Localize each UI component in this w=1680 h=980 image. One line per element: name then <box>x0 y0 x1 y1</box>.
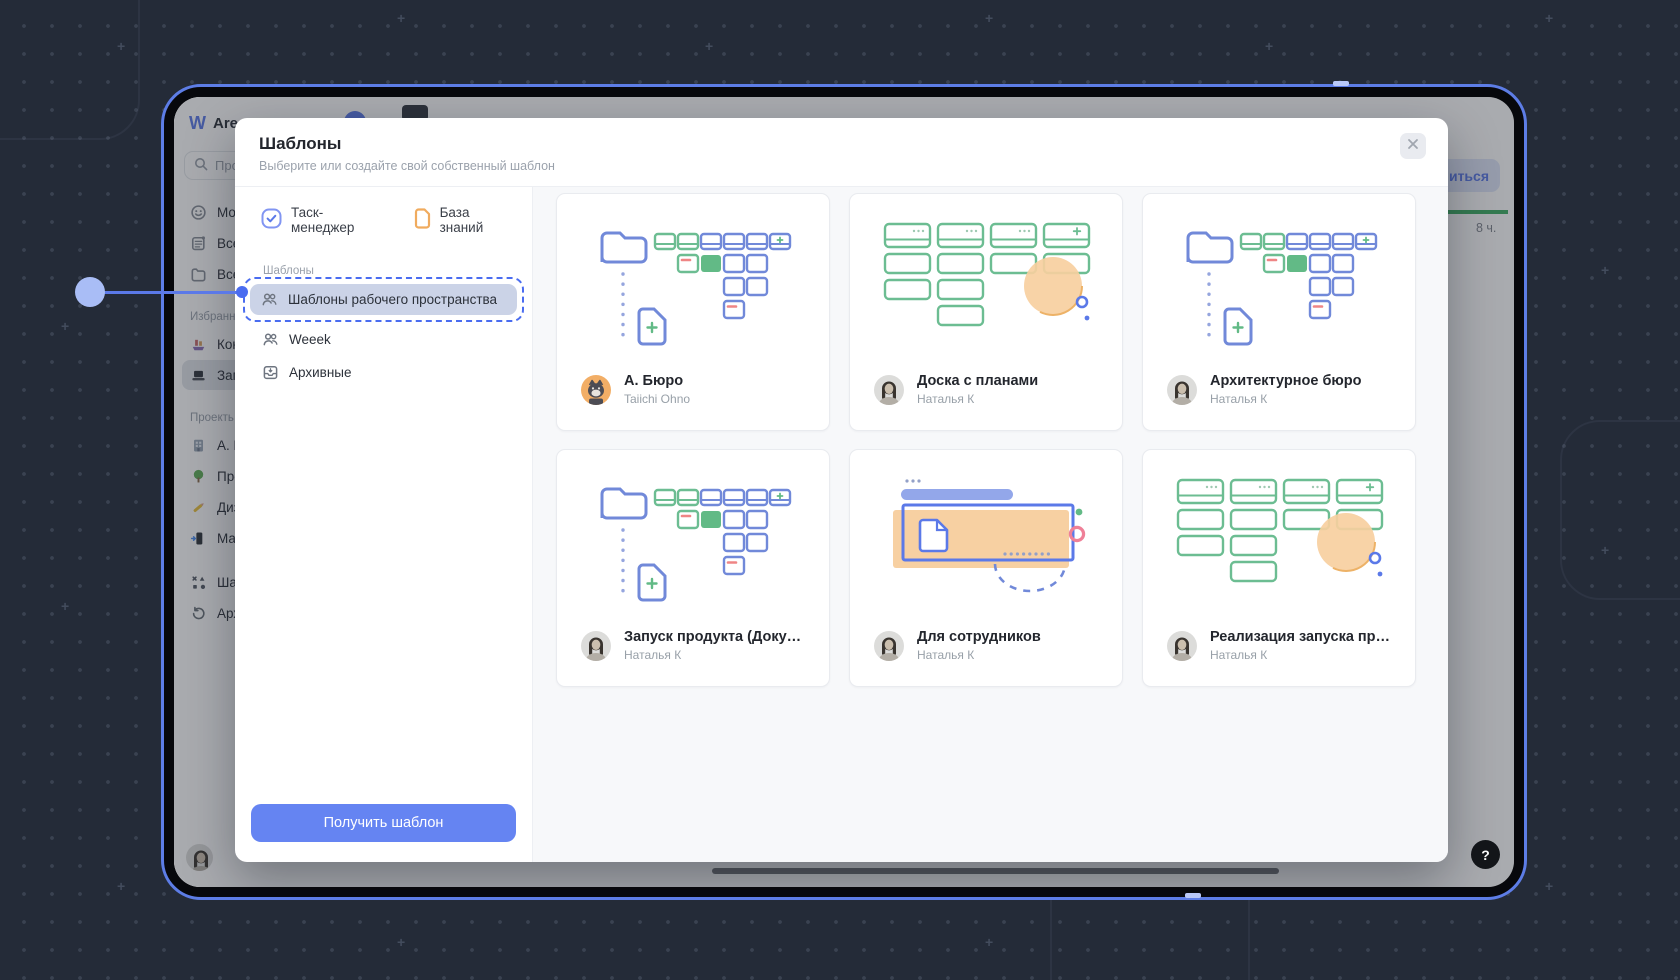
card-author: Наталья К <box>917 392 975 406</box>
modal-nav-item-label: Weeek <box>289 332 331 347</box>
get-template-button[interactable]: Получить шаблон <box>251 804 516 842</box>
document-icon <box>414 208 431 232</box>
card-footer: Запуск продукта (Доку… Наталья К <box>581 629 815 662</box>
modal-nav-item[interactable]: Weeek <box>251 324 516 355</box>
template-card[interactable]: Архитектурное бюро Наталья К <box>1142 193 1416 431</box>
templates-section-label: Шаблоны <box>263 265 314 277</box>
modal-nav-item[interactable]: Архивные <box>251 357 516 388</box>
author-avatar <box>874 374 904 405</box>
author-avatar <box>1167 374 1197 405</box>
modal-nav-item[interactable]: Шаблоны рабочего пространства <box>250 284 517 315</box>
card-title: Для сотрудников <box>917 629 1041 645</box>
card-footer: Архитектурное бюро Наталья К <box>1167 373 1401 406</box>
help-button[interactable]: ? <box>1471 840 1500 869</box>
tab-task-manager[interactable]: Таск-менеджер <box>261 205 386 235</box>
card-footer: Реализация запуска пр… Наталья К <box>1167 629 1401 662</box>
modal-nav-item-label: Архивные <box>289 365 352 380</box>
close-button[interactable] <box>1400 133 1426 159</box>
app-content: W Are Про Мои Все Все Избранн Кон Запу Проекть… <box>174 97 1514 887</box>
card-author: Taiichi Ohno <box>624 392 691 406</box>
template-card[interactable]: Для сотрудников Наталья К <box>849 449 1123 687</box>
template-card[interactable]: Запуск продукта (Доку… Наталья К <box>556 449 830 687</box>
frame-handle-top <box>1333 81 1349 86</box>
tab-label: Таск-менеджер <box>291 205 355 235</box>
card-footer: Доска с планами Наталья К <box>874 373 1108 406</box>
illustration-folder-tree <box>1143 220 1415 348</box>
modal-header: Шаблоны Выберите или создайте свой собст… <box>235 118 1448 187</box>
author-avatar <box>581 630 611 661</box>
modal-body: Таск-менеджер База знаний Шаблоны Шаблон… <box>235 187 1448 862</box>
template-grid: А. Бюро Taiichi Ohno Доска с планами Наталь… <box>533 187 1448 862</box>
modal-nav-item-label: Шаблоны рабочего пространства <box>288 292 498 307</box>
annotation-circle <box>75 277 105 307</box>
card-title: А. Бюро <box>624 373 684 389</box>
card-title: Запуск продукта (Доку… <box>624 629 802 645</box>
illustration-kanban <box>850 220 1122 342</box>
author-avatar <box>581 374 611 405</box>
tab-label: База знаний <box>439 205 484 235</box>
card-title: Реализация запуска пр… <box>1210 629 1391 645</box>
annotation-dot <box>236 286 248 298</box>
card-author: Наталья К <box>917 648 975 662</box>
author-avatar <box>874 630 904 661</box>
card-author: Наталья К <box>624 648 682 662</box>
close-icon <box>1407 137 1419 155</box>
app-window: W Are Про Мои Все Все Избранн Кон Запу Проекть… <box>161 84 1527 900</box>
card-author: Наталья К <box>1210 648 1268 662</box>
people-icon <box>261 291 278 308</box>
template-card[interactable]: Реализация запуска пр… Наталья К <box>1142 449 1416 687</box>
annotation-line <box>90 291 242 294</box>
illustration-folder-tree <box>557 220 829 348</box>
card-footer: Для сотрудников Наталья К <box>874 629 1108 662</box>
archive-icon <box>262 364 279 381</box>
modal-title: Шаблоны <box>259 134 342 153</box>
templates-modal: Шаблоны Выберите или создайте свой собст… <box>235 118 1448 862</box>
illustration-banner <box>850 476 1122 602</box>
people-icon <box>262 331 279 348</box>
selected-item-dashed-outline: Шаблоны рабочего пространства <box>243 277 524 322</box>
illustration-kanban <box>1143 476 1415 598</box>
card-title: Доска с планами <box>917 373 1039 389</box>
card-author: Наталья К <box>1210 392 1268 406</box>
card-title: Архитектурное бюро <box>1210 373 1362 389</box>
frame-handle-bottom <box>1185 893 1201 898</box>
modal-nav-list: Шаблоны рабочего пространства Weeek Архивн… <box>243 277 524 390</box>
desktop-background: + + + + + + + + + + + + + + W Are Про Мои Все Все… <box>0 0 1680 980</box>
author-avatar <box>1167 630 1197 661</box>
check-square-icon <box>261 208 282 232</box>
template-card[interactable]: А. Бюро Taiichi Ohno <box>556 193 830 431</box>
illustration-folder-tree <box>557 476 829 604</box>
template-type-tabs: Таск-менеджер База знаний <box>251 205 516 235</box>
template-card[interactable]: Доска с планами Наталья К <box>849 193 1123 431</box>
modal-sidebar: Таск-менеджер База знаний Шаблоны Шаблон… <box>235 187 533 862</box>
tab-knowledge-base[interactable]: База знаний <box>414 205 516 235</box>
card-footer: А. Бюро Taiichi Ohno <box>581 373 815 406</box>
modal-subtitle: Выберите или создайте свой собственный ш… <box>259 159 555 173</box>
